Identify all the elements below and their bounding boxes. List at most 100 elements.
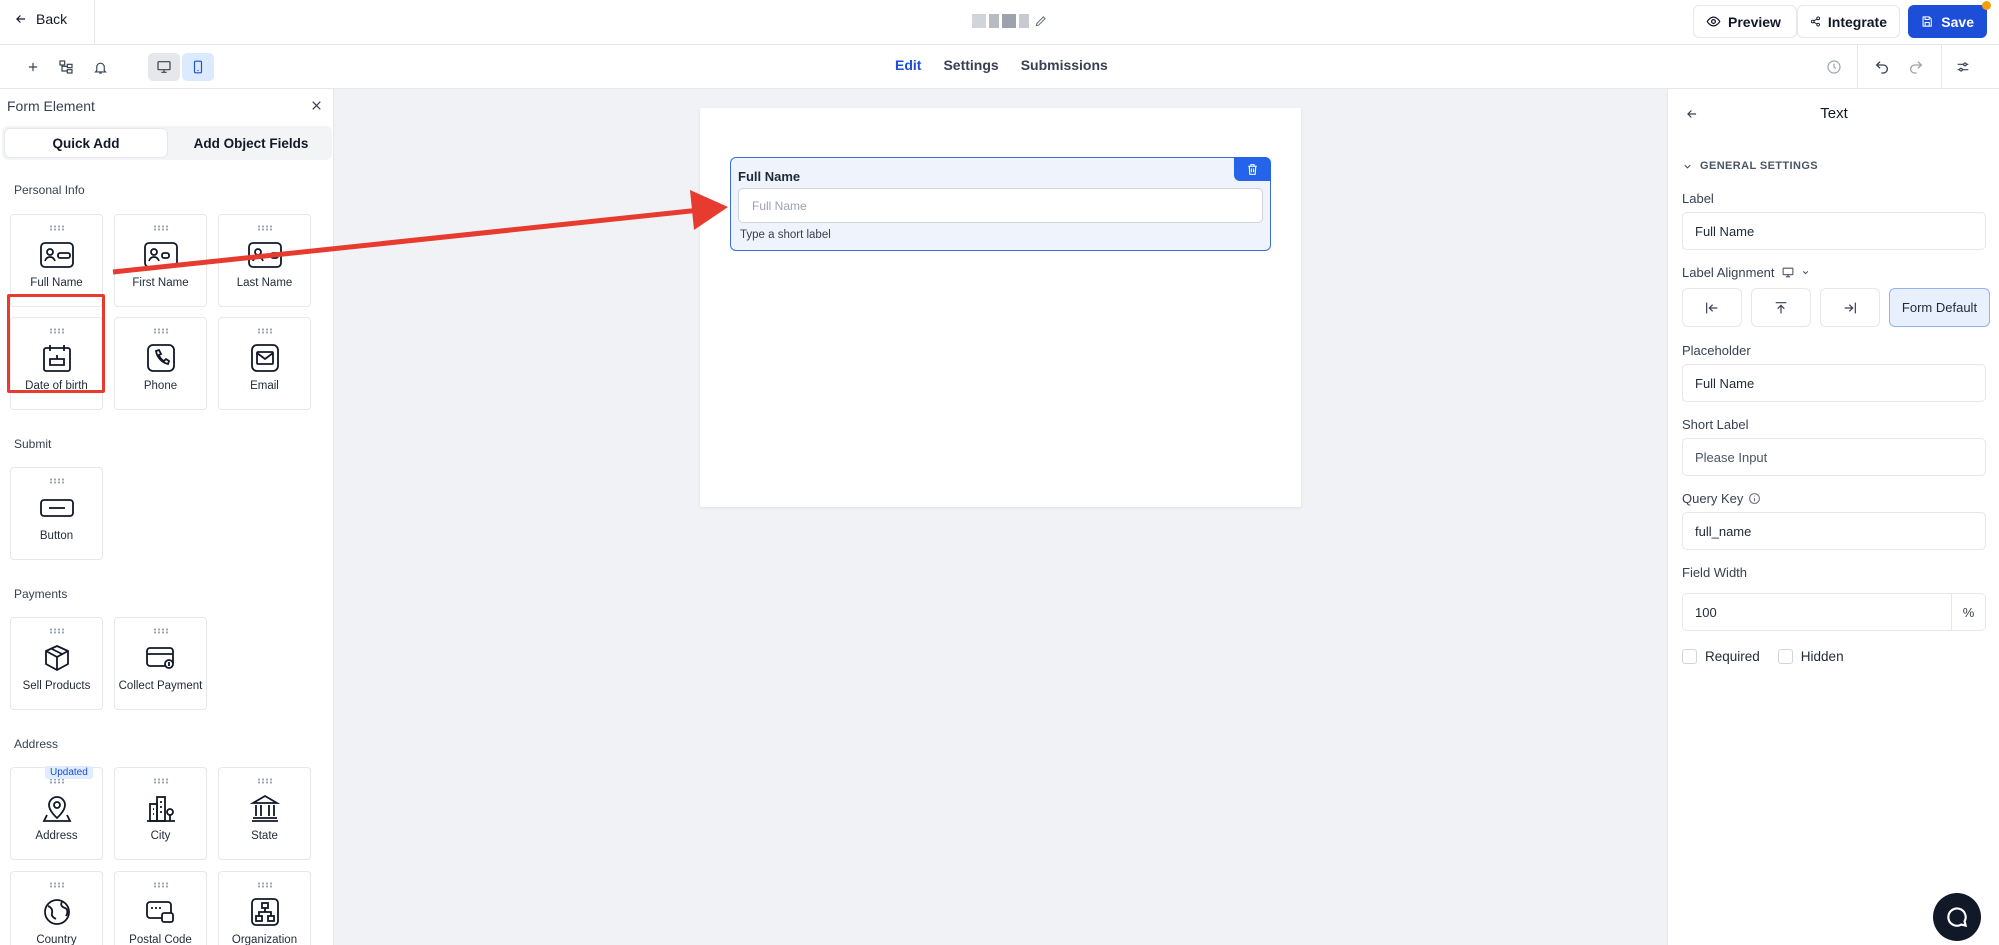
editor-toolbar: Edit Settings Submissions — [0, 45, 1999, 89]
element-email[interactable]: Email — [218, 317, 311, 410]
align-form-default-button[interactable]: Form Default — [1889, 288, 1990, 327]
element-phone[interactable]: Phone — [114, 317, 207, 410]
sliders-icon[interactable] — [1952, 56, 1974, 78]
field-label: Full Name — [738, 169, 801, 184]
required-checkbox[interactable]: Required — [1682, 649, 1760, 664]
delete-field-button[interactable] — [1234, 157, 1271, 181]
undo-icon[interactable] — [1871, 56, 1893, 78]
tab-quick-add[interactable]: Quick Add — [4, 128, 168, 158]
top-bar: Back Preview Integrate Save — [0, 0, 1999, 45]
monitor-icon[interactable] — [1781, 266, 1795, 279]
element-sell-products[interactable]: Sell Products — [10, 617, 103, 710]
element-address[interactable]: Updated Address — [10, 766, 103, 860]
element-button[interactable]: Button — [10, 467, 103, 560]
form-canvas: Full Name Full Name Type a short label — [334, 89, 1667, 945]
element-first-name[interactable]: First Name — [114, 214, 207, 307]
element-label: Sell Products — [22, 680, 91, 692]
selected-field[interactable]: Full Name Full Name Type a short label — [730, 157, 1271, 251]
id-card-icon — [143, 239, 178, 271]
align-right-icon — [1844, 302, 1856, 313]
pencil-icon[interactable] — [1034, 14, 1048, 28]
save-button[interactable]: Save — [1908, 1, 1991, 38]
element-label: City — [150, 830, 171, 842]
chevron-down-icon — [1684, 164, 1691, 169]
field-width-value[interactable]: 100 — [1683, 594, 1951, 630]
city-icon — [144, 792, 178, 824]
panel-header: Form Element — [0, 89, 333, 122]
back-button[interactable]: Back — [14, 11, 67, 27]
full-name-input[interactable]: Full Name — [738, 188, 1263, 223]
integrate-label: Integrate — [1827, 13, 1887, 30]
redo-icon[interactable] — [1905, 56, 1927, 78]
integrate-button[interactable]: Integrate — [1797, 5, 1900, 38]
element-organization[interactable]: Organization — [218, 871, 311, 945]
chat-icon — [1947, 907, 1968, 928]
map-pin-icon — [40, 792, 74, 824]
general-settings-toggle[interactable]: GENERAL SETTINGS — [1682, 160, 1818, 172]
chat-support-button[interactable] — [1933, 893, 1981, 941]
drag-handle-icon — [152, 882, 169, 888]
align-top-button[interactable] — [1751, 288, 1811, 327]
element-label: Organization — [231, 934, 298, 945]
arrow-left-icon — [16, 15, 26, 23]
hidden-checkbox[interactable]: Hidden — [1777, 649, 1844, 664]
tab-submissions[interactable]: Submissions — [1021, 57, 1108, 73]
element-city[interactable]: City — [114, 767, 207, 860]
redacted-title — [972, 14, 986, 28]
divider — [1857, 45, 1858, 89]
panel-header: Text — [1668, 89, 1999, 139]
preview-button[interactable]: Preview — [1693, 5, 1797, 38]
postal-card-icon — [144, 896, 178, 928]
short-label-input[interactable]: Please Input — [1682, 438, 1986, 476]
drag-handle-icon — [48, 225, 65, 231]
element-country[interactable]: Country — [10, 871, 103, 945]
layers-icon[interactable] — [55, 56, 77, 78]
element-label: Country — [36, 934, 77, 945]
add-icon[interactable] — [22, 56, 44, 78]
query-key-text: Query Key — [1682, 491, 1744, 506]
share-icon — [1810, 16, 1820, 27]
field-width-input[interactable]: 100 % — [1682, 593, 1986, 631]
history-icon[interactable] — [1823, 56, 1845, 78]
label-alignment-title: Label Alignment — [1682, 265, 1810, 280]
element-state[interactable]: State — [218, 767, 311, 860]
info-icon[interactable] — [1748, 492, 1761, 505]
checkbox[interactable] — [1777, 649, 1793, 664]
close-icon[interactable] — [310, 99, 323, 112]
element-last-name[interactable]: Last Name — [218, 214, 311, 307]
checkbox[interactable] — [1682, 649, 1697, 664]
mail-icon — [248, 342, 282, 374]
align-right-button[interactable] — [1820, 288, 1880, 327]
section-title: Payments — [14, 587, 68, 601]
tab-settings[interactable]: Settings — [943, 57, 998, 73]
desktop-view-button[interactable] — [148, 53, 180, 81]
drag-handle-icon — [152, 778, 169, 784]
mobile-view-button[interactable] — [182, 53, 214, 81]
form-element-panel: Form Element Quick Add Add Object Fields… — [0, 89, 334, 945]
placeholder-title: Placeholder — [1682, 343, 1751, 358]
query-key-input[interactable]: full_name — [1682, 512, 1986, 550]
placeholder-input[interactable]: Full Name — [1682, 364, 1986, 402]
element-collect-payment[interactable]: Collect Payment — [114, 617, 207, 710]
annotation-highlight — [7, 294, 105, 393]
label-input[interactable]: Full Name — [1682, 212, 1986, 250]
field-settings-panel: Text GENERAL SETTINGS Label Full Name La… — [1667, 89, 1999, 945]
panel-title: Form Element — [7, 97, 95, 114]
form-title[interactable] — [972, 14, 1048, 28]
bell-icon[interactable] — [89, 56, 111, 78]
trash-icon — [1248, 163, 1257, 175]
align-left-button[interactable] — [1682, 288, 1742, 327]
tab-add-object-fields[interactable]: Add Object Fields — [170, 126, 332, 160]
button-icon — [39, 492, 74, 524]
align-left-icon — [1706, 302, 1718, 313]
section-title: Address — [14, 737, 59, 751]
tab-edit[interactable]: Edit — [895, 57, 921, 73]
updated-badge: Updated — [45, 766, 93, 779]
element-postal-code[interactable]: Postal Code — [114, 871, 207, 945]
device-toggle — [148, 53, 214, 81]
label-title: Label — [1682, 191, 1714, 206]
drag-handle-icon — [152, 628, 169, 634]
element-label: State — [251, 830, 278, 842]
element-label: Email — [250, 380, 279, 392]
chevron-down-icon[interactable] — [1801, 268, 1810, 277]
